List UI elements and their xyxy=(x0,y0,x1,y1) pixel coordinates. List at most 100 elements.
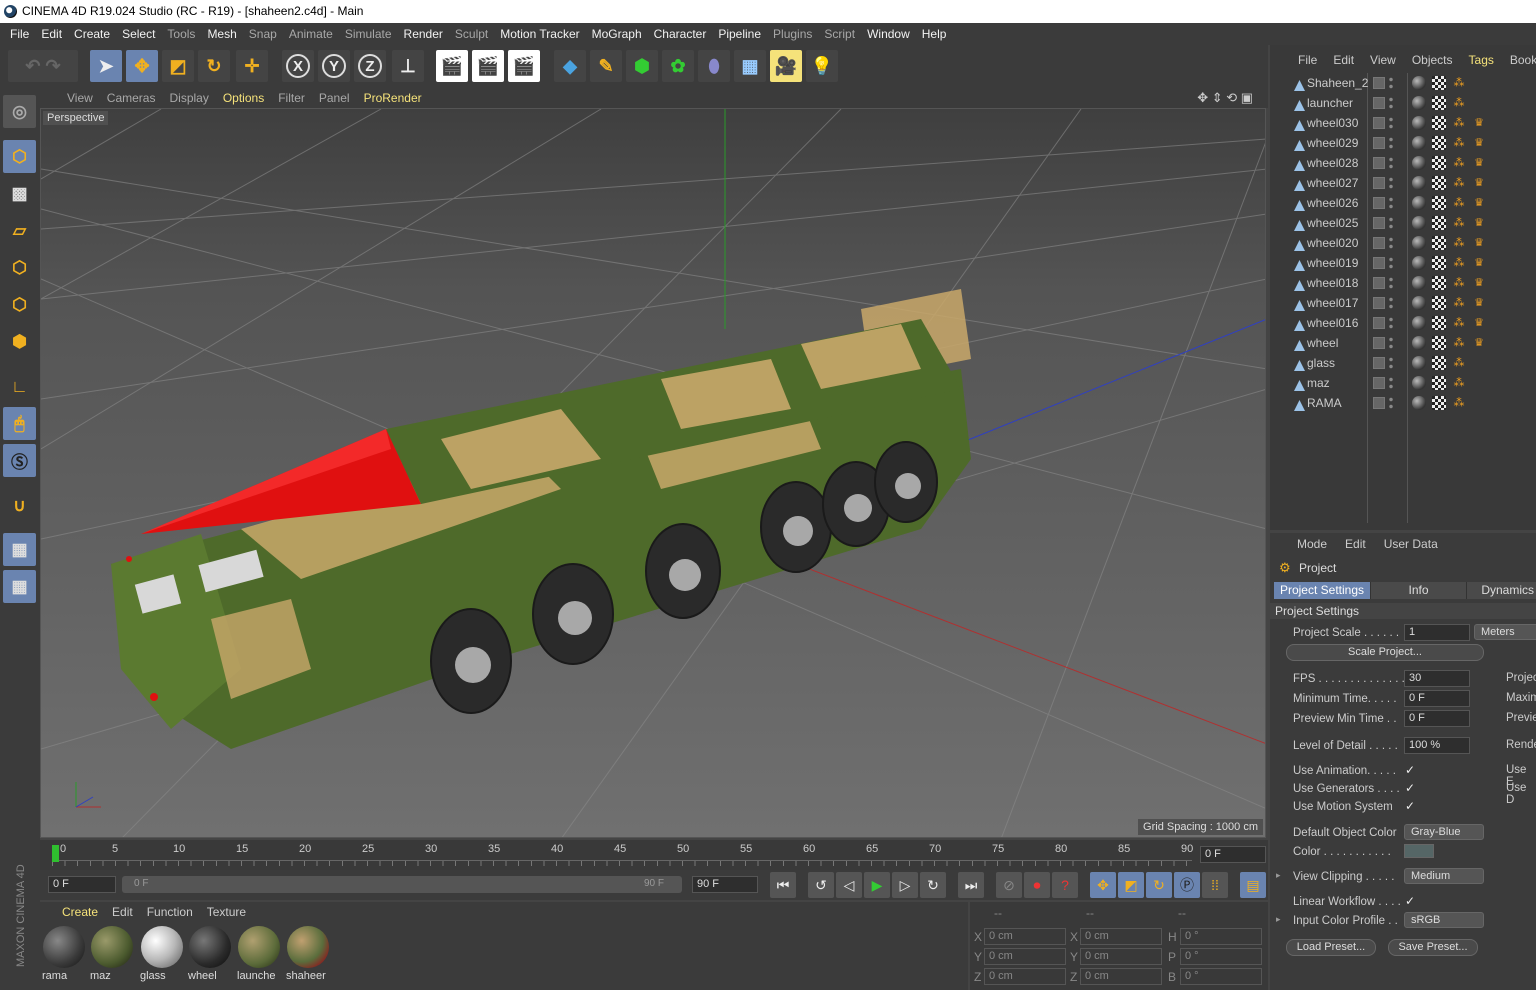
selection-tag-icon[interactable]: ⁂ xyxy=(1452,296,1466,310)
object-row[interactable]: wheel019 ⁂ ♛ xyxy=(1274,253,1536,273)
uvw-tag-icon[interactable] xyxy=(1432,236,1446,250)
next-key-icon[interactable]: ↻ xyxy=(920,872,946,898)
object-row[interactable]: wheel017 ⁂ ♛ xyxy=(1274,293,1536,313)
attr-menu-edit[interactable]: Edit xyxy=(1345,537,1366,551)
selection-tag-icon[interactable]: ⁂ xyxy=(1452,76,1466,90)
record-point-level-icon[interactable]: ⁞⁞ xyxy=(1202,872,1228,898)
selection-tag-icon[interactable]: ⁂ xyxy=(1452,396,1466,410)
viewport-menu-filter[interactable]: Filter xyxy=(271,91,312,105)
material-tag-icon[interactable] xyxy=(1412,216,1426,230)
uvw-tag-icon[interactable] xyxy=(1432,96,1446,110)
material-tag-icon[interactable] xyxy=(1412,196,1426,210)
material-swatch-shaheer[interactable]: shaheer xyxy=(286,924,330,984)
record-active-icon[interactable]: ⊘ xyxy=(996,872,1022,898)
material-swatch-glass[interactable]: glass xyxy=(140,924,184,984)
layer-toggle-icon[interactable] xyxy=(1373,337,1385,349)
menu-snap[interactable]: Snap xyxy=(243,23,283,45)
selection-tag-icon[interactable]: ♛ xyxy=(1472,316,1486,330)
object-row[interactable]: wheel030 ⁂ ♛ xyxy=(1274,113,1536,133)
texture-mode-icon[interactable]: ▩ xyxy=(3,177,36,210)
viewport-navigation-icons[interactable]: ✥ ⇕ ⟲ ▣ xyxy=(1190,90,1260,106)
object-row[interactable]: launcher ⁂ xyxy=(1274,93,1536,113)
material-tag-icon[interactable] xyxy=(1412,316,1426,330)
material-swatch-maz[interactable]: maz xyxy=(90,924,134,984)
menu-tools[interactable]: Tools xyxy=(161,23,201,45)
next-frame-icon[interactable]: ▷ xyxy=(892,872,918,898)
object-name[interactable]: wheel017 xyxy=(1307,293,1358,313)
menu-plugins[interactable]: Plugins xyxy=(767,23,818,45)
autokey-icon[interactable]: ⏺ xyxy=(1024,872,1050,898)
material-menu-function[interactable]: Function xyxy=(147,905,193,919)
rotation-b-field[interactable]: 0 ° xyxy=(1180,968,1262,985)
object-name[interactable]: wheel025 xyxy=(1307,213,1358,233)
visibility-dots-icon[interactable] xyxy=(1388,356,1394,370)
object-row[interactable]: wheel026 ⁂ ♛ xyxy=(1274,193,1536,213)
uvw-tag-icon[interactable] xyxy=(1432,356,1446,370)
play-icon[interactable]: ▶ xyxy=(864,872,890,898)
size-y-field[interactable]: 0 cm xyxy=(1080,948,1162,965)
object-name[interactable]: RAMA xyxy=(1307,393,1342,413)
uvw-tag-icon[interactable] xyxy=(1432,276,1446,290)
solo-mode-icon[interactable]: Ⓢ xyxy=(3,444,36,477)
visibility-dots-icon[interactable] xyxy=(1388,156,1394,170)
material-tag-icon[interactable] xyxy=(1412,296,1426,310)
menu-script[interactable]: Script xyxy=(818,23,861,45)
viewport-camera-label[interactable]: Perspective xyxy=(43,111,109,125)
uvw-tag-icon[interactable] xyxy=(1432,76,1446,90)
light-icon[interactable]: 💡 xyxy=(806,50,838,82)
visibility-dots-icon[interactable] xyxy=(1388,76,1394,90)
selection-tag-icon[interactable]: ♛ xyxy=(1472,136,1486,150)
object-row[interactable]: wheel ⁂ ♛ xyxy=(1274,333,1536,353)
visibility-dots-icon[interactable] xyxy=(1388,136,1394,150)
viewport-menu-prorender[interactable]: ProRender xyxy=(357,91,429,105)
visibility-dots-icon[interactable] xyxy=(1388,376,1394,390)
camera-icon[interactable]: 🎥 xyxy=(770,50,802,82)
expand-arrow-icon[interactable]: ▸ xyxy=(1276,870,1281,881)
project-scale-field[interactable]: 1 xyxy=(1404,624,1470,641)
selection-tag-icon[interactable]: ♛ xyxy=(1472,256,1486,270)
object-row[interactable]: glass ⁂ xyxy=(1274,353,1536,373)
layer-toggle-icon[interactable] xyxy=(1373,157,1385,169)
selection-tag-icon[interactable]: ♛ xyxy=(1472,156,1486,170)
selection-tag-icon[interactable]: ⁂ xyxy=(1452,236,1466,250)
layer-toggle-icon[interactable] xyxy=(1373,317,1385,329)
layer-toggle-icon[interactable] xyxy=(1373,117,1385,129)
tab-project-settings[interactable]: Project Settings xyxy=(1274,582,1370,599)
attr-menu-user-data[interactable]: User Data xyxy=(1384,537,1438,551)
current-frame-field[interactable]: 0 F xyxy=(1200,846,1266,863)
object-name[interactable]: wheel020 xyxy=(1307,233,1358,253)
load-preset-button[interactable]: Load Preset... xyxy=(1286,939,1376,956)
visibility-dots-icon[interactable] xyxy=(1388,296,1394,310)
material-tag-icon[interactable] xyxy=(1412,116,1426,130)
points-mode-icon[interactable]: ⬡ xyxy=(3,251,36,284)
z-axis-lock-button[interactable]: Z xyxy=(354,50,386,82)
object-row[interactable]: wheel018 ⁂ ♛ xyxy=(1274,273,1536,293)
material-tag-icon[interactable] xyxy=(1412,356,1426,370)
preview-min-time-field[interactable]: 0 F xyxy=(1404,710,1470,727)
uvw-tag-icon[interactable] xyxy=(1432,136,1446,150)
uvw-tag-icon[interactable] xyxy=(1432,176,1446,190)
level-of-detail-field[interactable]: 100 % xyxy=(1404,737,1470,754)
workplane-mode-icon[interactable]: ▱ xyxy=(3,214,36,247)
object-row[interactable]: wheel027 ⁂ ♛ xyxy=(1274,173,1536,193)
selection-tag-icon[interactable]: ⁂ xyxy=(1452,356,1466,370)
objects-menu-file[interactable]: File xyxy=(1290,53,1325,67)
selection-tag-icon[interactable]: ⁂ xyxy=(1452,256,1466,270)
selection-tag-icon[interactable]: ⁂ xyxy=(1452,96,1466,110)
layer-toggle-icon[interactable] xyxy=(1373,77,1385,89)
uvw-tag-icon[interactable] xyxy=(1432,376,1446,390)
rotation-p-field[interactable]: 0 ° xyxy=(1180,948,1262,965)
object-name[interactable]: wheel027 xyxy=(1307,173,1358,193)
layer-toggle-icon[interactable] xyxy=(1373,297,1385,309)
material-swatch-launche[interactable]: launche xyxy=(237,924,281,984)
size-x-field[interactable]: 0 cm xyxy=(1080,928,1162,945)
viewport-menu-view[interactable]: View xyxy=(60,91,100,105)
layer-toggle-icon[interactable] xyxy=(1373,377,1385,389)
selection-tag-icon[interactable]: ♛ xyxy=(1472,196,1486,210)
default-object-color-dropdown[interactable]: Gray-Blue xyxy=(1404,824,1484,840)
menu-pipeline[interactable]: Pipeline xyxy=(712,23,767,45)
objects-menu-view[interactable]: View xyxy=(1362,53,1404,67)
uvw-tag-icon[interactable] xyxy=(1432,116,1446,130)
tab-dynamics[interactable]: Dynamics xyxy=(1466,582,1536,599)
snap-magnet-icon[interactable]: ∪ xyxy=(3,489,36,522)
